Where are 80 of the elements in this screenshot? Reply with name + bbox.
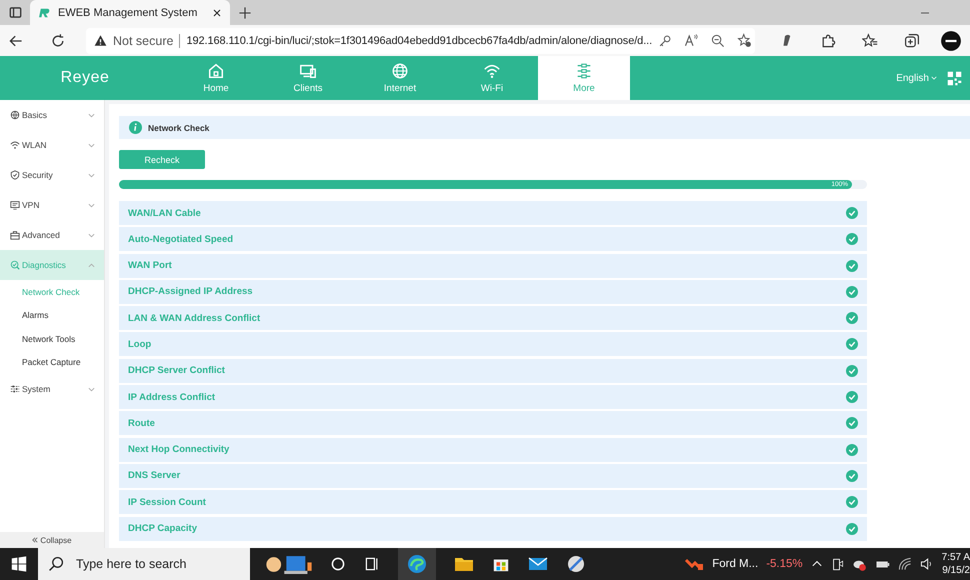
- chevron-icon: [931, 76, 937, 80]
- sidebar-item[interactable]: Advanced: [0, 220, 104, 250]
- check-name: IP Session Count: [128, 496, 207, 508]
- security-label: Not secure: [113, 34, 174, 48]
- zoom-out-icon: [711, 34, 726, 48]
- search-icon: [48, 556, 64, 572]
- taskbar-search-box[interactable]: Type here to search: [38, 548, 250, 580]
- chevron-icon: [88, 202, 95, 208]
- star-add-icon: [737, 33, 752, 48]
- chevron-icon: [88, 172, 95, 178]
- check-name: LAN & WAN Address Conflict: [128, 312, 262, 324]
- globe-icon: [391, 62, 409, 80]
- address-bar[interactable]: Not secure 192.168.110.1/cgi-bin/luci/;stok=1f301496ad04ebedd91dbcecb67fa4db/admin/alone/diagnose/d...: [86, 28, 755, 54]
- chevron-icon: [88, 386, 95, 392]
- profile-icon: [940, 30, 962, 52]
- favorites-icon: [862, 32, 878, 48]
- check-name: DNS Server: [128, 470, 182, 482]
- sliders-icon: [575, 62, 593, 80]
- browser-tab[interactable]: EWEB Management System: [30, 0, 230, 25]
- speaker-icon: [920, 557, 934, 571]
- chevron-icon: [88, 142, 95, 148]
- warning-icon: [94, 34, 107, 47]
- check-name: Auto-Negotiated Speed: [128, 234, 234, 245]
- plus-icon: [238, 6, 252, 20]
- sidebar-item[interactable]: VPN: [0, 190, 104, 220]
- tab-actions-icon: [8, 6, 22, 19]
- sidebar-item[interactable]: Basics: [0, 100, 104, 130]
- info-icon: [129, 121, 142, 134]
- magnifier-icon: [10, 260, 20, 270]
- close-icon: [212, 8, 222, 18]
- key-icon: [658, 34, 672, 48]
- logo-text: Reyee: [60, 69, 110, 87]
- check-name: IP Address Conflict: [128, 392, 216, 403]
- sidebar-item[interactable]: Security: [0, 160, 104, 190]
- meet-icon: [830, 558, 844, 570]
- puzzle-icon: [820, 32, 836, 48]
- sidebar-item[interactable]: WLAN: [0, 130, 104, 160]
- assistant-illustration-icon: [266, 554, 312, 574]
- check-name: Loop: [128, 338, 152, 350]
- wifi-icon: [483, 62, 501, 80]
- globe-icon: [10, 110, 20, 120]
- sliders-icon: [10, 384, 20, 394]
- shield-icon: [10, 170, 20, 180]
- reload-icon: [50, 32, 66, 48]
- task-view-icon: [364, 556, 380, 572]
- taskbar-search-field[interactable]: Type here to search: [74, 556, 248, 572]
- section-title: Network Check: [148, 122, 210, 132]
- read-aloud-icon: [684, 33, 700, 48]
- qr-code-icon: [947, 70, 962, 86]
- wifi-icon: [10, 140, 20, 150]
- wifi-signal-icon: [898, 557, 912, 571]
- check-name: Route: [128, 418, 156, 429]
- double-chevron-icon: [32, 537, 38, 543]
- task-view-circle-icon: [330, 556, 346, 572]
- house-icon: [207, 62, 225, 80]
- chevron-icon: [88, 112, 95, 118]
- sidebar-subitem[interactable]: Packet Capture: [0, 350, 104, 374]
- chevron-icon: [88, 232, 95, 238]
- collapse-button[interactable]: Collapse: [0, 532, 104, 548]
- collections-icon: [904, 32, 920, 48]
- stock-name[interactable]: Ford M...: [712, 558, 758, 570]
- stock-change: -5.15%: [766, 558, 803, 570]
- sidebar-subitem[interactable]: Alarms: [0, 304, 104, 327]
- check-name: WAN/LAN Cable: [128, 208, 202, 218]
- back-arrow-icon: [8, 32, 24, 48]
- devices-icon: [299, 62, 317, 80]
- monitor-icon: [10, 200, 20, 210]
- url-text: 192.168.110.1/cgi-bin/luci/;stok=1f301496ad04ebedd91dbcecb67fa4db/admin/alone/diagnose/d...: [186, 34, 652, 46]
- briefcase-icon: [10, 230, 20, 240]
- clock-time[interactable]: 7:57 A: [942, 551, 970, 564]
- sidebar-item[interactable]: System: [0, 374, 104, 404]
- clock-date[interactable]: 9/15/2: [942, 564, 970, 577]
- chevron-icon: [88, 262, 95, 268]
- sidebar-subitem[interactable]: Network Tools: [0, 327, 104, 350]
- check-name: DHCP-Assigned IP Address: [128, 286, 254, 298]
- check-name: DHCP Capacity: [128, 523, 198, 534]
- check-name: DHCP Server Conflict: [128, 365, 226, 376]
- check-name: WAN Port: [128, 260, 173, 272]
- windows-logo-icon: [11, 556, 27, 572]
- check-name: Next Hop Connectivity: [128, 444, 230, 456]
